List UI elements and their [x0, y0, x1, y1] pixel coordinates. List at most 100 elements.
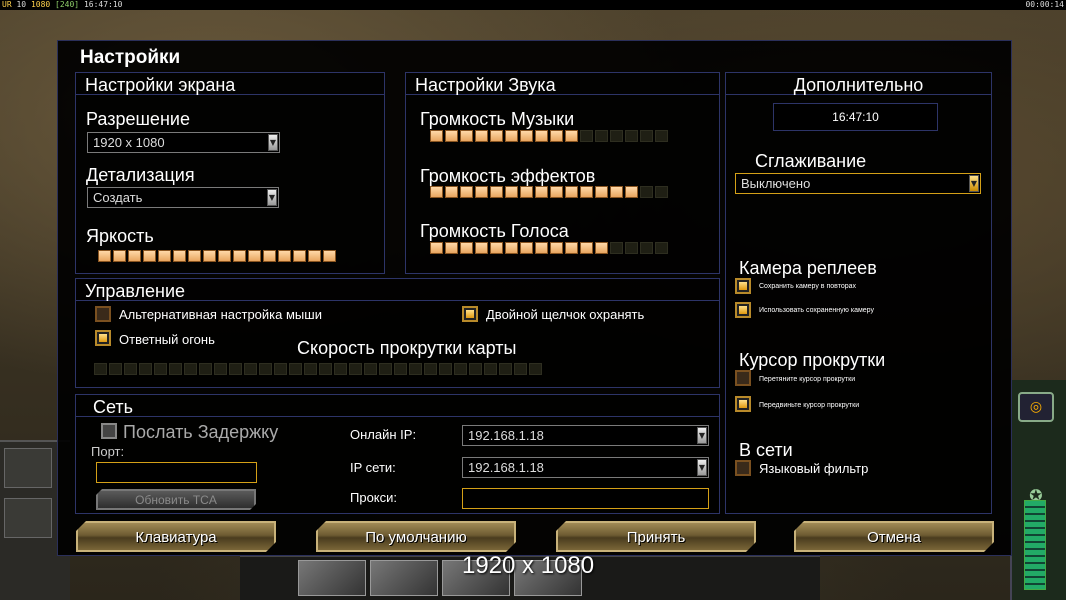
slider-segment[interactable] [475, 186, 488, 198]
slider-segment[interactable] [535, 130, 548, 142]
build-thumbnail[interactable] [298, 560, 366, 596]
move-cursor-checkbox[interactable] [735, 396, 751, 412]
slider-segment[interactable] [529, 363, 542, 375]
music-volume-slider[interactable] [430, 130, 668, 142]
slider-segment[interactable] [199, 363, 212, 375]
slider-segment[interactable] [490, 186, 503, 198]
slider-segment[interactable] [520, 242, 533, 254]
slider-segment[interactable] [454, 363, 467, 375]
slider-segment[interactable] [244, 363, 257, 375]
slider-segment[interactable] [580, 242, 593, 254]
resolution-dropdown[interactable]: 1920 x 1080 ▼ [87, 132, 280, 153]
slider-segment[interactable] [263, 250, 276, 262]
slider-segment[interactable] [520, 186, 533, 198]
slider-segment[interactable] [520, 130, 533, 142]
slider-segment[interactable] [490, 242, 503, 254]
slider-segment[interactable] [565, 242, 578, 254]
online-ip-dropdown[interactable]: 192.168.1.18 ▼ [462, 425, 709, 446]
slider-segment[interactable] [535, 186, 548, 198]
slider-segment[interactable] [124, 363, 137, 375]
slider-segment[interactable] [640, 130, 653, 142]
slider-segment[interactable] [460, 242, 473, 254]
slider-segment[interactable] [610, 130, 623, 142]
slider-segment[interactable] [505, 186, 518, 198]
slider-segment[interactable] [580, 130, 593, 142]
slider-segment[interactable] [505, 130, 518, 142]
build-thumbnail[interactable] [370, 560, 438, 596]
slider-segment[interactable] [188, 250, 201, 262]
slider-segment[interactable] [610, 186, 623, 198]
slider-segment[interactable] [304, 363, 317, 375]
slider-segment[interactable] [475, 242, 488, 254]
slider-segment[interactable] [655, 242, 668, 254]
slider-segment[interactable] [610, 242, 623, 254]
defaults-button[interactable]: По умолчанию [316, 521, 516, 552]
slider-segment[interactable] [445, 242, 458, 254]
slider-segment[interactable] [259, 363, 272, 375]
return-fire-checkbox[interactable] [95, 330, 111, 346]
slider-segment[interactable] [625, 242, 638, 254]
slider-segment[interactable] [113, 250, 126, 262]
slider-segment[interactable] [233, 250, 246, 262]
send-delay-checkbox[interactable] [101, 423, 117, 439]
slider-segment[interactable] [184, 363, 197, 375]
slider-segment[interactable] [655, 186, 668, 198]
slider-segment[interactable] [323, 250, 336, 262]
slider-segment[interactable] [430, 130, 443, 142]
slider-segment[interactable] [409, 363, 422, 375]
slider-segment[interactable] [169, 363, 182, 375]
slider-segment[interactable] [580, 186, 593, 198]
slider-segment[interactable] [158, 250, 171, 262]
slider-segment[interactable] [379, 363, 392, 375]
detail-dropdown[interactable]: Создать ▼ [87, 187, 279, 208]
slider-segment[interactable] [430, 186, 443, 198]
slider-segment[interactable] [94, 363, 107, 375]
slider-segment[interactable] [640, 242, 653, 254]
slider-segment[interactable] [214, 363, 227, 375]
proxy-field[interactable] [462, 488, 709, 509]
drag-cursor-checkbox[interactable] [735, 370, 751, 386]
slider-segment[interactable] [349, 363, 362, 375]
slider-segment[interactable] [128, 250, 141, 262]
slider-segment[interactable] [364, 363, 377, 375]
effects-volume-slider[interactable] [430, 186, 668, 198]
slider-segment[interactable] [430, 242, 443, 254]
slider-segment[interactable] [505, 242, 518, 254]
slider-segment[interactable] [143, 250, 156, 262]
slider-segment[interactable] [475, 130, 488, 142]
slider-segment[interactable] [625, 130, 638, 142]
slider-segment[interactable] [469, 363, 482, 375]
slider-segment[interactable] [319, 363, 332, 375]
use-saved-camera-checkbox[interactable] [735, 302, 751, 318]
double-click-guard-checkbox[interactable] [462, 306, 478, 322]
slider-segment[interactable] [640, 186, 653, 198]
slider-segment[interactable] [445, 186, 458, 198]
slider-segment[interactable] [98, 250, 111, 262]
slider-segment[interactable] [139, 363, 152, 375]
slider-segment[interactable] [460, 130, 473, 142]
slider-segment[interactable] [274, 363, 287, 375]
slider-segment[interactable] [595, 242, 608, 254]
slider-segment[interactable] [218, 250, 231, 262]
cancel-button[interactable]: Отмена [794, 521, 994, 552]
slider-segment[interactable] [289, 363, 302, 375]
slider-segment[interactable] [550, 130, 563, 142]
slider-segment[interactable] [308, 250, 321, 262]
slider-segment[interactable] [514, 363, 527, 375]
slider-segment[interactable] [424, 363, 437, 375]
slider-segment[interactable] [625, 186, 638, 198]
slider-segment[interactable] [154, 363, 167, 375]
slider-segment[interactable] [550, 242, 563, 254]
slider-segment[interactable] [445, 130, 458, 142]
alt-mouse-checkbox[interactable] [95, 306, 111, 322]
slider-segment[interactable] [203, 250, 216, 262]
slider-segment[interactable] [550, 186, 563, 198]
save-camera-checkbox[interactable] [735, 278, 751, 294]
slider-segment[interactable] [248, 250, 261, 262]
slider-segment[interactable] [565, 186, 578, 198]
voice-volume-slider[interactable] [430, 242, 668, 254]
lan-ip-dropdown[interactable]: 192.168.1.18 ▼ [462, 457, 709, 478]
slider-segment[interactable] [334, 363, 347, 375]
keyboard-button[interactable]: Клавиатура [76, 521, 276, 552]
slider-segment[interactable] [595, 130, 608, 142]
